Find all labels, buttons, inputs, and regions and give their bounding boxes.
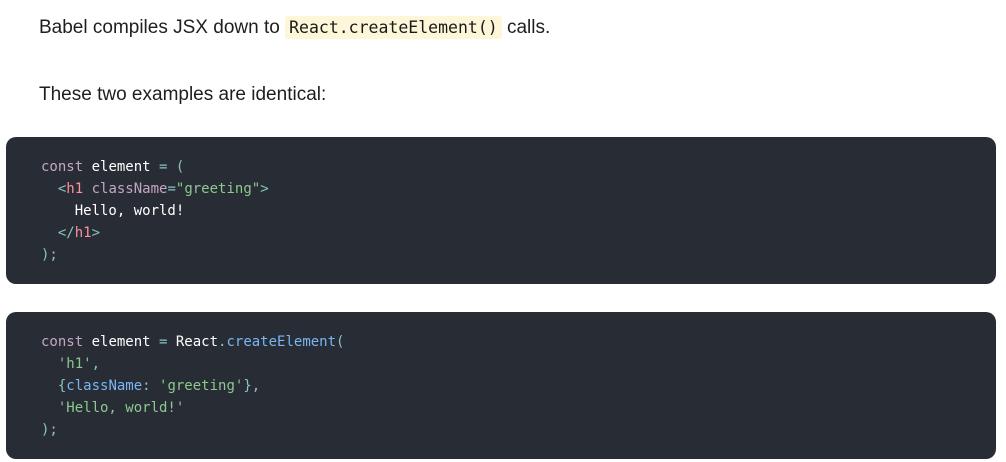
arg-children: 'Hello, world!' bbox=[41, 400, 185, 416]
attr-equals: = bbox=[167, 181, 176, 197]
tag-open-bracket: < bbox=[41, 181, 67, 197]
brace-open: { bbox=[41, 378, 67, 394]
jsx-code: const element = ( <h1 className="greetin… bbox=[41, 156, 269, 266]
function-name: createElement bbox=[226, 334, 337, 350]
variable-name: element bbox=[83, 159, 160, 175]
closing-tag-open: </ bbox=[41, 225, 75, 241]
intro-text-before: Babel compiles JSX down to bbox=[39, 17, 286, 38]
attr-value: "greeting" bbox=[175, 181, 261, 197]
jsx-code-block: const element = ( <h1 className="greetin… bbox=[6, 137, 996, 284]
variable-name: element bbox=[83, 334, 160, 350]
examples-heading: These two examples are identical: bbox=[39, 84, 327, 105]
attr-name: className bbox=[83, 181, 168, 197]
colon: : bbox=[142, 378, 160, 394]
arg-type: 'h1' bbox=[41, 356, 92, 372]
brace-close: }, bbox=[243, 378, 261, 394]
keyword-const: const bbox=[41, 159, 84, 175]
react-object: React bbox=[167, 334, 219, 350]
tag-name: h1 bbox=[66, 181, 84, 197]
prop-key: className bbox=[66, 378, 143, 394]
statement-end: ); bbox=[41, 422, 58, 438]
comma: , bbox=[91, 356, 101, 372]
keyword-const: const bbox=[41, 334, 84, 350]
closing-tag-name: h1 bbox=[74, 225, 92, 241]
create-element-code: const element = React.createElement( 'h1… bbox=[41, 331, 344, 441]
intro-text-after: calls. bbox=[501, 17, 551, 38]
create-element-code-block: const element = React.createElement( 'h1… bbox=[6, 312, 996, 459]
intro-paragraph: Babel compiles JSX down to React.createE… bbox=[39, 14, 550, 42]
inline-code-create-element: React.createElement() bbox=[285, 16, 502, 39]
statement-end: ); bbox=[41, 247, 58, 263]
open-paren: ( bbox=[167, 159, 185, 175]
prop-value: 'greeting' bbox=[159, 378, 244, 394]
tag-open-close-bracket: > bbox=[260, 181, 269, 197]
closing-tag-close: > bbox=[91, 225, 101, 241]
open-paren: ( bbox=[336, 334, 345, 350]
jsx-text: Hello, world! bbox=[41, 203, 185, 219]
